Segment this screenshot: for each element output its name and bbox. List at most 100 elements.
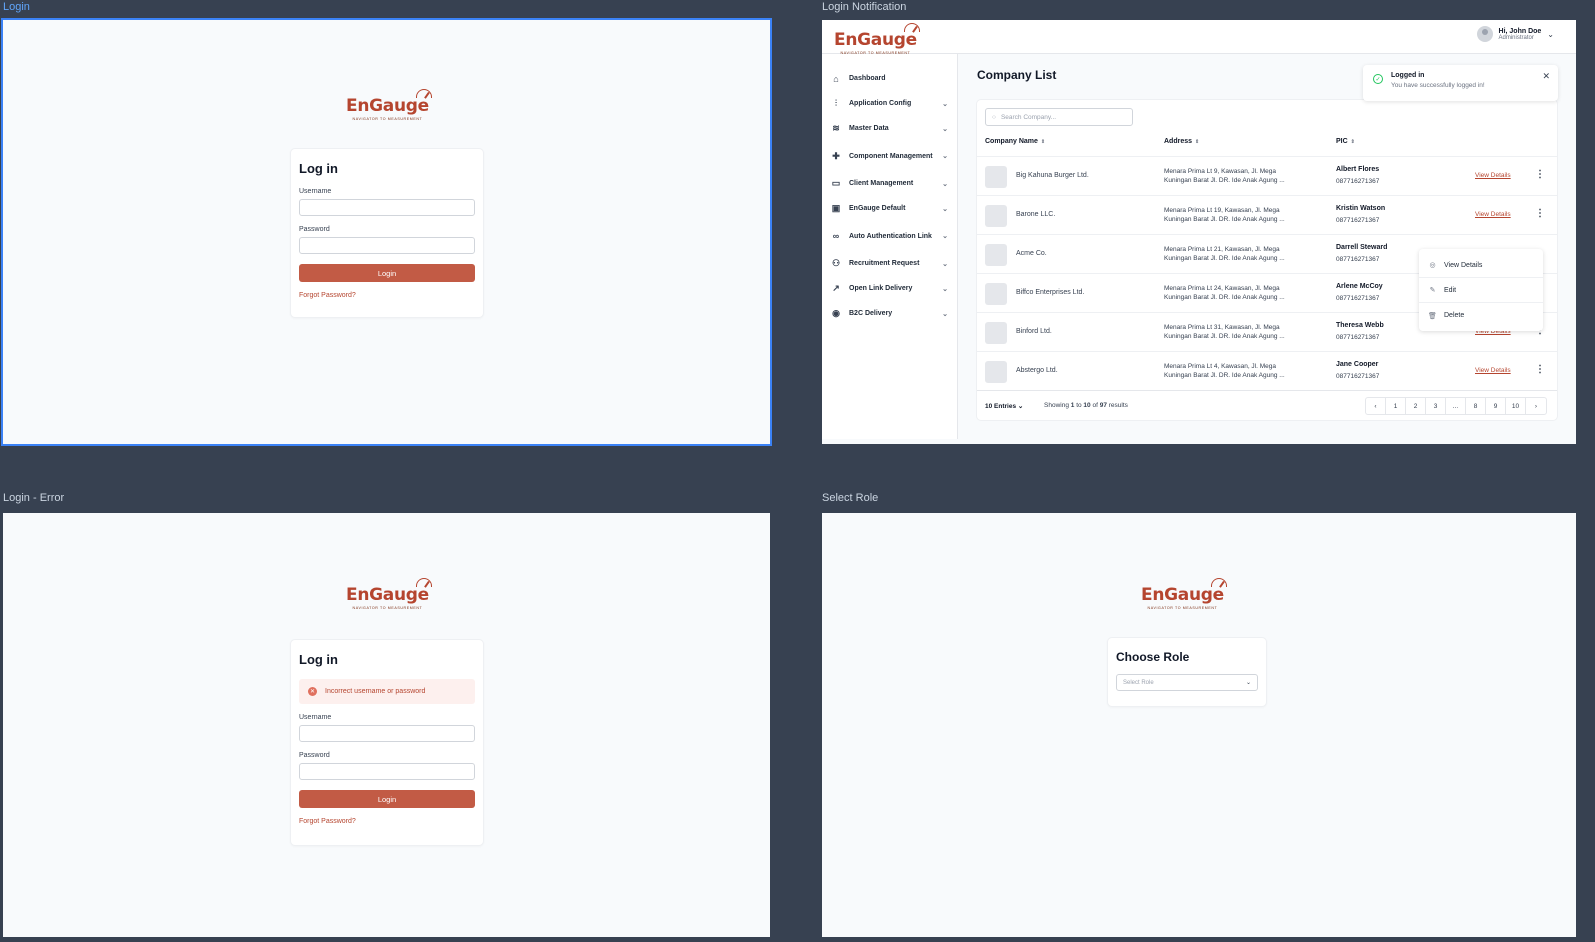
results-summary: Showing 1 to 10 of 97 results <box>1044 402 1128 409</box>
pic-name: Arlene McCoy <box>1336 283 1383 290</box>
company-name: Acme Co. <box>1016 250 1047 257</box>
gauge-icon <box>903 23 920 32</box>
search-icon: ○ <box>992 113 996 121</box>
check-circle-icon: ✓ <box>1373 74 1383 84</box>
sidebar-item-dashboard[interactable]: ⌂ Dashboard <box>822 66 957 91</box>
pic-phone: 087716271367 <box>1336 373 1380 380</box>
prev-page-icon[interactable]: ‹ <box>1366 398 1386 414</box>
company-address: Menara Prima Lt 21, Kawasan, Jl. Mega Kun… <box>1164 246 1285 262</box>
logo: EnGauge NAVIGATOR TO MEASUREMENT <box>834 23 920 55</box>
sidebar-item-application-config[interactable]: ⫶ Application Config ⌄ <box>822 91 957 116</box>
puzzle-icon: ✚ <box>832 150 840 161</box>
dashboard-frame: EnGauge NAVIGATOR TO MEASUREMENT Hi, Joh… <box>822 20 1576 444</box>
company-logo <box>985 322 1007 344</box>
pagination: ‹ 1 2 3 ... 8 9 10 › <box>1365 397 1547 415</box>
company-address: Menara Prima Lt 4, Kawasan, Jl. Mega Kuni… <box>1164 363 1285 379</box>
sidebar-item-engauge-default[interactable]: ▣ EnGauge Default ⌄ <box>822 196 957 221</box>
company-address: Menara Prima Lt 9, Kawasan, Jl. Mega Kuni… <box>1164 168 1285 184</box>
users-icon: ⚇ <box>831 258 841 268</box>
chevron-down-icon: ⌄ <box>1245 680 1251 686</box>
role-select[interactable]: Select Role ⌄ <box>1116 674 1258 691</box>
password-input[interactable] <box>299 237 475 254</box>
error-alert: ✕ Incorrect username or password <box>299 679 475 704</box>
page-button[interactable]: 9 <box>1486 398 1506 414</box>
more-options-icon[interactable]: ⋮ <box>1535 208 1545 219</box>
login-card: Log in ✕ Incorrect username or password … <box>291 640 483 845</box>
company-name: Big Kahuna Burger Ltd. <box>1016 172 1089 179</box>
toast-message: You have successfully logged in! <box>1391 82 1485 89</box>
company-name: Binford Ltd. <box>1016 328 1052 335</box>
pic-phone: 087716271367 <box>1336 256 1380 263</box>
user-name: Hi, John Doe <box>1498 27 1542 35</box>
sidebar-item-auto-authentication-link[interactable]: ∞ Auto Authentication Link ⌄ <box>822 221 957 251</box>
column-header-company-name[interactable]: Company Name ⇕ <box>985 138 1045 145</box>
top-bar: EnGauge NAVIGATOR TO MEASUREMENT Hi, Joh… <box>822 20 1576 55</box>
company-address: Menara Prima Lt 19, Kawasan, Jl. Mega Kun… <box>1164 207 1285 223</box>
login-error-frame: EnGauge NAVIGATOR TO MEASUREMENT Log in … <box>3 513 770 937</box>
view-details-link[interactable]: View Details <box>1475 172 1511 179</box>
user-circle-icon: ◉ <box>832 308 840 318</box>
row-action-menu: ◎ View Details ✎ Edit 🗑 Delete <box>1419 249 1543 331</box>
company-logo <box>985 244 1007 266</box>
forgot-password-link[interactable]: Forgot Password? <box>299 818 475 825</box>
error-icon: ✕ <box>308 687 317 696</box>
forgot-password-link[interactable]: Forgot Password? <box>299 292 475 299</box>
next-page-icon[interactable]: › <box>1526 398 1546 414</box>
table-row: Abstergo Ltd. Menara Prima Lt 4, Kawasan… <box>977 351 1557 390</box>
more-options-icon[interactable]: ⋮ <box>1535 364 1545 375</box>
gauge-icon <box>415 89 432 98</box>
password-input[interactable] <box>299 763 475 780</box>
username-input[interactable] <box>299 199 475 216</box>
sidebar-item-client-management[interactable]: ▭ Client Management ⌄ <box>822 171 957 196</box>
page-button[interactable]: 3 <box>1426 398 1446 414</box>
chevron-down-icon: ⌄ <box>942 205 948 213</box>
login-title: Log in <box>299 652 338 667</box>
login-button[interactable]: Login <box>299 264 475 282</box>
view-details-link[interactable]: View Details <box>1475 367 1511 374</box>
frame-label-role: Select Role <box>822 492 879 504</box>
page-button[interactable]: 1 <box>1386 398 1406 414</box>
login-button[interactable]: Login <box>299 790 475 808</box>
chevron-down-icon: ⌄ <box>942 233 948 240</box>
more-options-icon[interactable]: ⋮ <box>1535 169 1545 180</box>
username-input[interactable] <box>299 725 475 742</box>
menu-item-edit[interactable]: ✎ Edit <box>1419 278 1543 303</box>
chevron-down-icon: ⌄ <box>942 180 948 188</box>
column-header-address[interactable]: Address ⇕ <box>1164 138 1199 145</box>
link-icon: ∞ <box>832 231 840 241</box>
company-address: Menara Prima Lt 31, Kawasan, Jl. Mega Kun… <box>1164 324 1285 340</box>
avatar <box>1476 26 1493 42</box>
sidebar-item-recruitment-request[interactable]: ⚇ Recruitment Request ⌄ <box>822 251 957 276</box>
page-button[interactable]: 10 <box>1506 398 1526 414</box>
sidebar-item-open-link-delivery[interactable]: ↗ Open Link Delivery ⌄ <box>822 276 957 301</box>
page-button[interactable]: 8 <box>1466 398 1486 414</box>
column-header-pic[interactable]: PIC ⇕ <box>1336 138 1355 145</box>
sort-icon: ⇕ <box>1040 138 1046 145</box>
entries-select[interactable]: 10 Entries ⌄ <box>985 402 1023 410</box>
login-toast: ✓ Logged in You have successfully logged… <box>1363 65 1558 101</box>
close-icon[interactable]: ✕ <box>1542 71 1550 82</box>
sidebar: ⌂ Dashboard ⫶ Application Config ⌄ ≋ Mas… <box>822 54 958 439</box>
search-input[interactable]: ○ Search Company... <box>985 108 1133 126</box>
sidebar-item-component-management[interactable]: ✚ Component Management ⌄ <box>822 141 957 171</box>
logo: EnGauge NAVIGATOR TO MEASUREMENT <box>346 89 432 121</box>
menu-item-view-details[interactable]: ◎ View Details <box>1419 253 1543 278</box>
table-row: Barone LLC. Menara Prima Lt 19, Kawasan,… <box>977 195 1557 234</box>
chevron-down-icon: ⌄ <box>942 100 948 108</box>
database-icon: ≋ <box>832 123 840 133</box>
menu-item-delete[interactable]: 🗑 Delete <box>1419 303 1543 328</box>
logo: EnGauge NAVIGATOR TO MEASUREMENT <box>346 578 432 610</box>
user-menu[interactable]: Hi, John Doe Administrator ⌄ <box>1476 26 1554 42</box>
sliders-icon: ⫶ <box>834 98 838 108</box>
chevron-down-icon: ⌄ <box>942 153 948 160</box>
company-logo <box>985 205 1007 227</box>
sort-icon: ⇕ <box>1195 138 1200 145</box>
view-details-link[interactable]: View Details <box>1475 211 1511 218</box>
page-button[interactable]: 2 <box>1406 398 1426 414</box>
chevron-down-icon: ⌄ <box>1547 29 1554 39</box>
page-ellipsis: ... <box>1446 398 1466 414</box>
sidebar-item-master-data[interactable]: ≋ Master Data ⌄ <box>822 116 957 141</box>
logo: EnGauge NAVIGATOR TO MEASUREMENT <box>1141 578 1227 610</box>
eye-icon: ◎ <box>1429 262 1436 269</box>
sidebar-item-b2c-delivery[interactable]: ◉ B2C Delivery ⌄ <box>822 301 957 326</box>
